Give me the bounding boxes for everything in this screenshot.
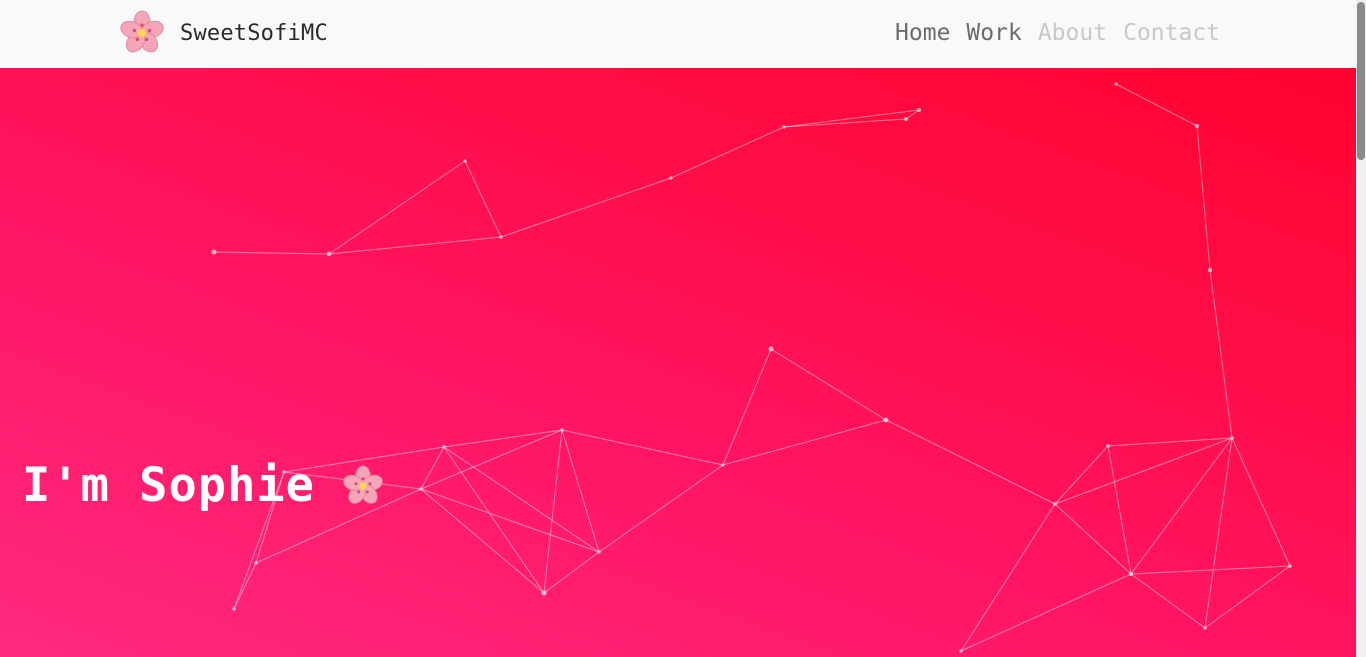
nav-work-link[interactable]: Work xyxy=(958,16,1029,50)
scrollbar-thumb[interactable] xyxy=(1357,2,1365,160)
hero-title: I'm Sophie xyxy=(22,458,315,513)
main-nav: Home Work About Contact xyxy=(887,16,1228,50)
cherry-blossom-icon xyxy=(343,464,383,504)
vertical-scrollbar[interactable] xyxy=(1356,0,1366,657)
hero-headline: I'm Sophie xyxy=(22,458,385,513)
navbar: SweetSofiMC Home Work About Contact xyxy=(0,0,1356,68)
cherry-blossom-icon xyxy=(120,10,164,53)
brand-name: SweetSofiMC xyxy=(180,20,328,46)
particle-network-background xyxy=(211,82,1292,653)
nav-about-link[interactable]: About xyxy=(1030,16,1115,50)
brand-link[interactable]: SweetSofiMC xyxy=(118,9,328,57)
nav-home-link[interactable]: Home xyxy=(887,16,958,50)
nav-contact-link[interactable]: Contact xyxy=(1115,16,1228,50)
hero-section: I'm Sophie xyxy=(0,68,1356,657)
